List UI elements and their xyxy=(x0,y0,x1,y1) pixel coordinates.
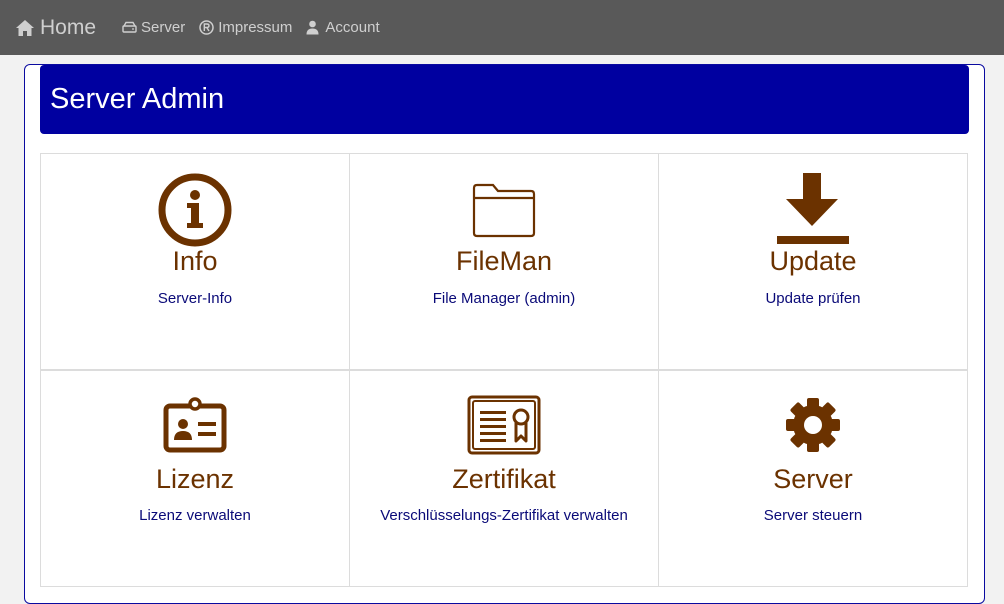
gear-icon xyxy=(775,387,851,463)
folder-icon xyxy=(466,172,542,248)
tile-fileman[interactable]: FileMan File Manager (admin) xyxy=(349,153,659,370)
registered-icon xyxy=(199,20,214,35)
tile-subtitle: File Manager (admin) xyxy=(432,290,576,307)
tile-title: Lizenz xyxy=(155,464,235,494)
tile-title: Update xyxy=(769,246,857,276)
info-circle-icon xyxy=(157,172,233,248)
top-navbar: Home Server Impressum Account xyxy=(0,0,1004,55)
main-container: Server Admin Info Server-Info FileMan Fi… xyxy=(24,64,985,604)
tile-zertifikat[interactable]: Zertifikat Verschlüsselungs-Zertifikat v… xyxy=(349,370,659,587)
tile-title: Zertifikat xyxy=(452,464,556,494)
home-icon xyxy=(15,19,35,37)
nav-link-account[interactable]: Account xyxy=(306,19,380,36)
tile-info[interactable]: Info Server-Info xyxy=(40,153,350,370)
nav-link-server-label: Server xyxy=(141,19,186,36)
tile-lizenz[interactable]: Lizenz Lizenz verwalten xyxy=(40,370,350,587)
tile-subtitle: Server steuern xyxy=(763,507,863,524)
home-label: Home xyxy=(40,15,97,39)
tile-update[interactable]: Update Update prüfen xyxy=(658,153,968,370)
certificate-icon xyxy=(466,387,542,463)
tile-subtitle: Lizenz verwalten xyxy=(139,507,251,524)
page-title: Server Admin xyxy=(40,65,969,134)
nav-link-impressum-label: Impressum xyxy=(218,19,293,36)
nav-link-impressum[interactable]: Impressum xyxy=(199,19,292,36)
nav-link-account-label: Account xyxy=(325,19,380,36)
user-icon xyxy=(306,20,321,35)
hdd-icon xyxy=(122,20,137,35)
tile-title: Server xyxy=(773,464,853,494)
tile-title: Info xyxy=(172,246,218,276)
tile-subtitle: Update prüfen xyxy=(765,290,861,307)
id-badge-icon xyxy=(157,387,233,463)
tile-subtitle: Server-Info xyxy=(157,290,233,307)
tile-title: FileMan xyxy=(455,246,553,276)
tile-server[interactable]: Server Server steuern xyxy=(658,370,968,587)
tile-subtitle: Verschlüsselungs-Zertifikat verwalten xyxy=(380,507,628,524)
download-icon xyxy=(775,172,851,248)
nav-link-server[interactable]: Server xyxy=(122,19,185,36)
home-link[interactable]: Home xyxy=(15,16,96,40)
